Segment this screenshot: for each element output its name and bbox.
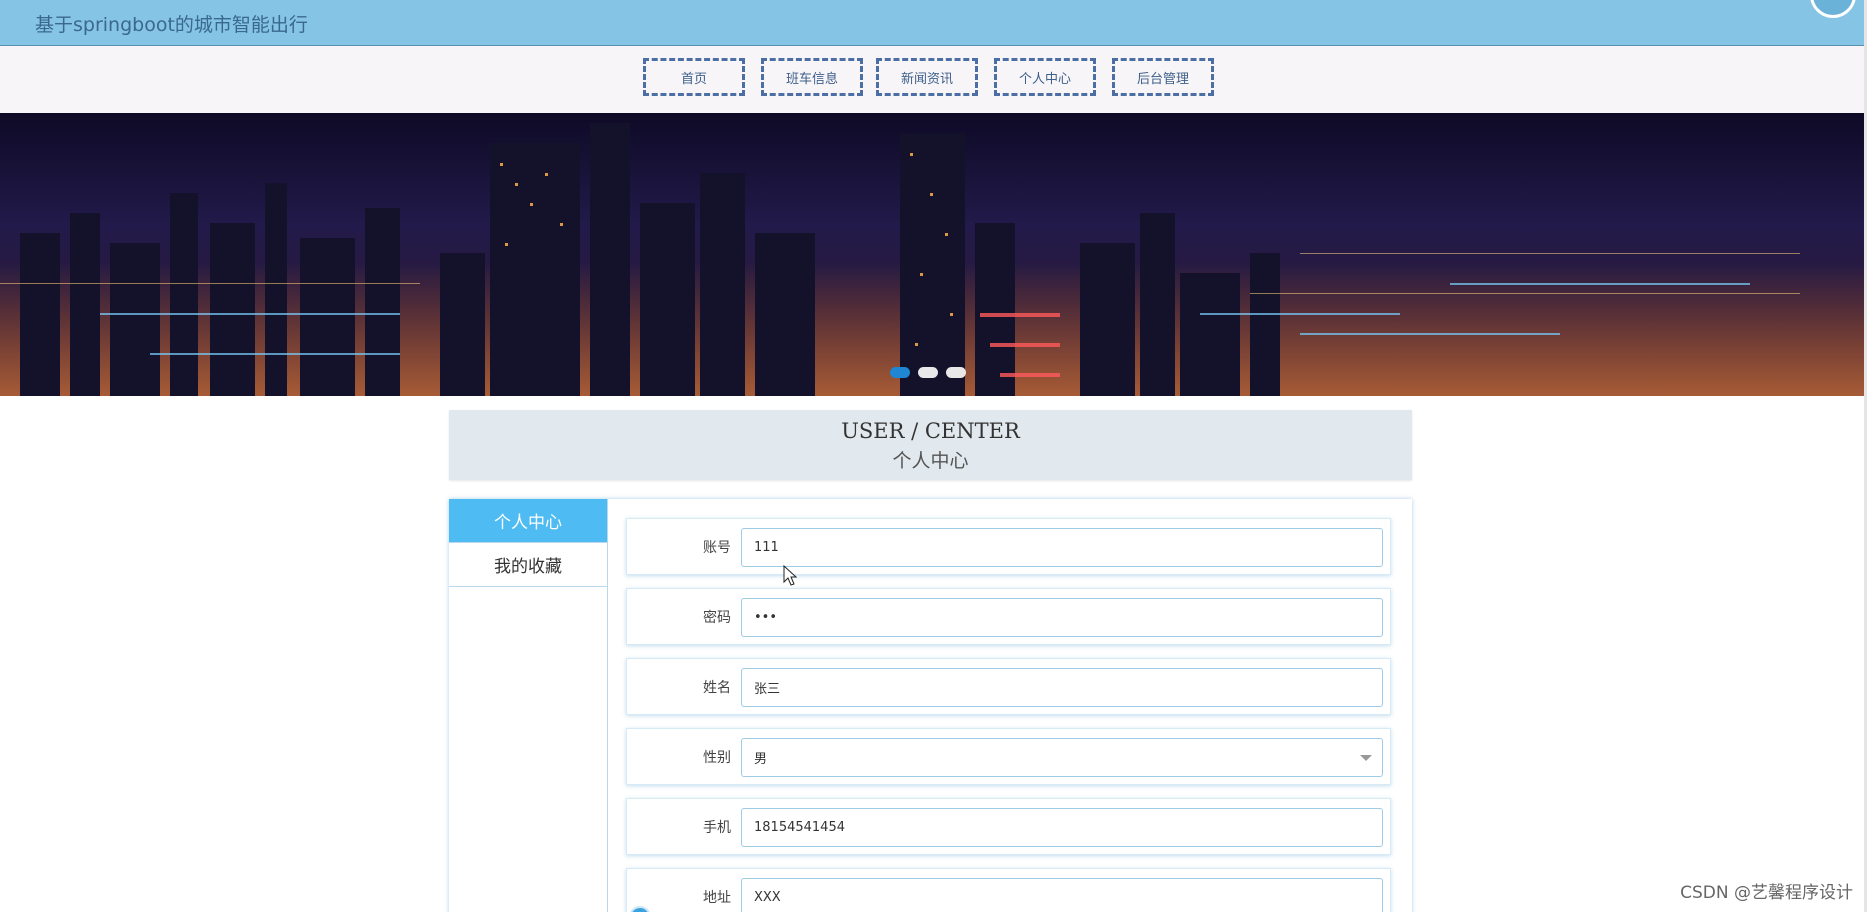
nav-admin[interactable]: 后台管理 — [1112, 58, 1214, 96]
name-label: 姓名 — [703, 679, 731, 696]
mouse-cursor-icon — [783, 565, 798, 586]
form-row-name: 姓名 — [626, 658, 1391, 715]
form-row-address: 地址 — [626, 868, 1391, 912]
avatar[interactable] — [1810, 0, 1856, 18]
user-sidebar: 个人中心 我的收藏 — [449, 499, 608, 912]
form-row-gender: 性别 男 — [626, 728, 1391, 785]
carousel-dot-3[interactable] — [946, 367, 966, 378]
gender-label: 性别 — [703, 749, 731, 766]
carousel-dot-1[interactable] — [890, 367, 910, 378]
address-input[interactable] — [741, 878, 1383, 912]
carousel-dots — [890, 367, 966, 378]
page: 基于springboot的城市智能出行 首页 班车信息 新闻资讯 个人中心 后台… — [0, 0, 1867, 912]
banner-carousel[interactable] — [0, 113, 1864, 396]
chevron-down-icon — [1360, 755, 1372, 761]
name-input[interactable] — [741, 668, 1383, 707]
city-night-image — [0, 123, 1864, 396]
form-row-account: 账号 — [626, 518, 1391, 575]
gender-select[interactable]: 男 — [741, 738, 1383, 777]
phone-label: 手机 — [703, 819, 731, 836]
phone-input[interactable] — [741, 808, 1383, 847]
password-input[interactable] — [741, 598, 1383, 637]
nav-home[interactable]: 首页 — [643, 58, 745, 96]
sidebar-item-user-center[interactable]: 个人中心 — [449, 499, 607, 543]
form-row-password: 密码 — [626, 588, 1391, 645]
nav-user-center[interactable]: 个人中心 — [994, 58, 1096, 96]
section-title-en: USER / CENTER — [841, 419, 1020, 443]
main-nav: 首页 班车信息 新闻资讯 个人中心 后台管理 — [0, 46, 1864, 113]
nav-bus-info[interactable]: 班车信息 — [761, 58, 863, 96]
account-input[interactable] — [741, 528, 1383, 567]
sidebar-item-favorites[interactable]: 我的收藏 — [449, 543, 607, 587]
nav-news[interactable]: 新闻资讯 — [876, 58, 978, 96]
section-title-cn: 个人中心 — [892, 450, 969, 472]
form-row-phone: 手机 — [626, 798, 1391, 855]
user-center-panel: 个人中心 我的收藏 账号 密码 姓名 性别 男 手机 地址 — [449, 499, 1412, 912]
account-label: 账号 — [703, 539, 731, 556]
password-label: 密码 — [703, 609, 731, 626]
top-header: 基于springboot的城市智能出行 — [0, 0, 1864, 47]
section-header: USER / CENTER 个人中心 — [449, 410, 1412, 480]
gender-selected-value: 男 — [754, 752, 768, 767]
carousel-dot-2[interactable] — [918, 367, 938, 378]
site-title: 基于springboot的城市智能出行 — [35, 14, 308, 36]
watermark: CSDN @艺馨程序设计 — [1680, 883, 1853, 903]
